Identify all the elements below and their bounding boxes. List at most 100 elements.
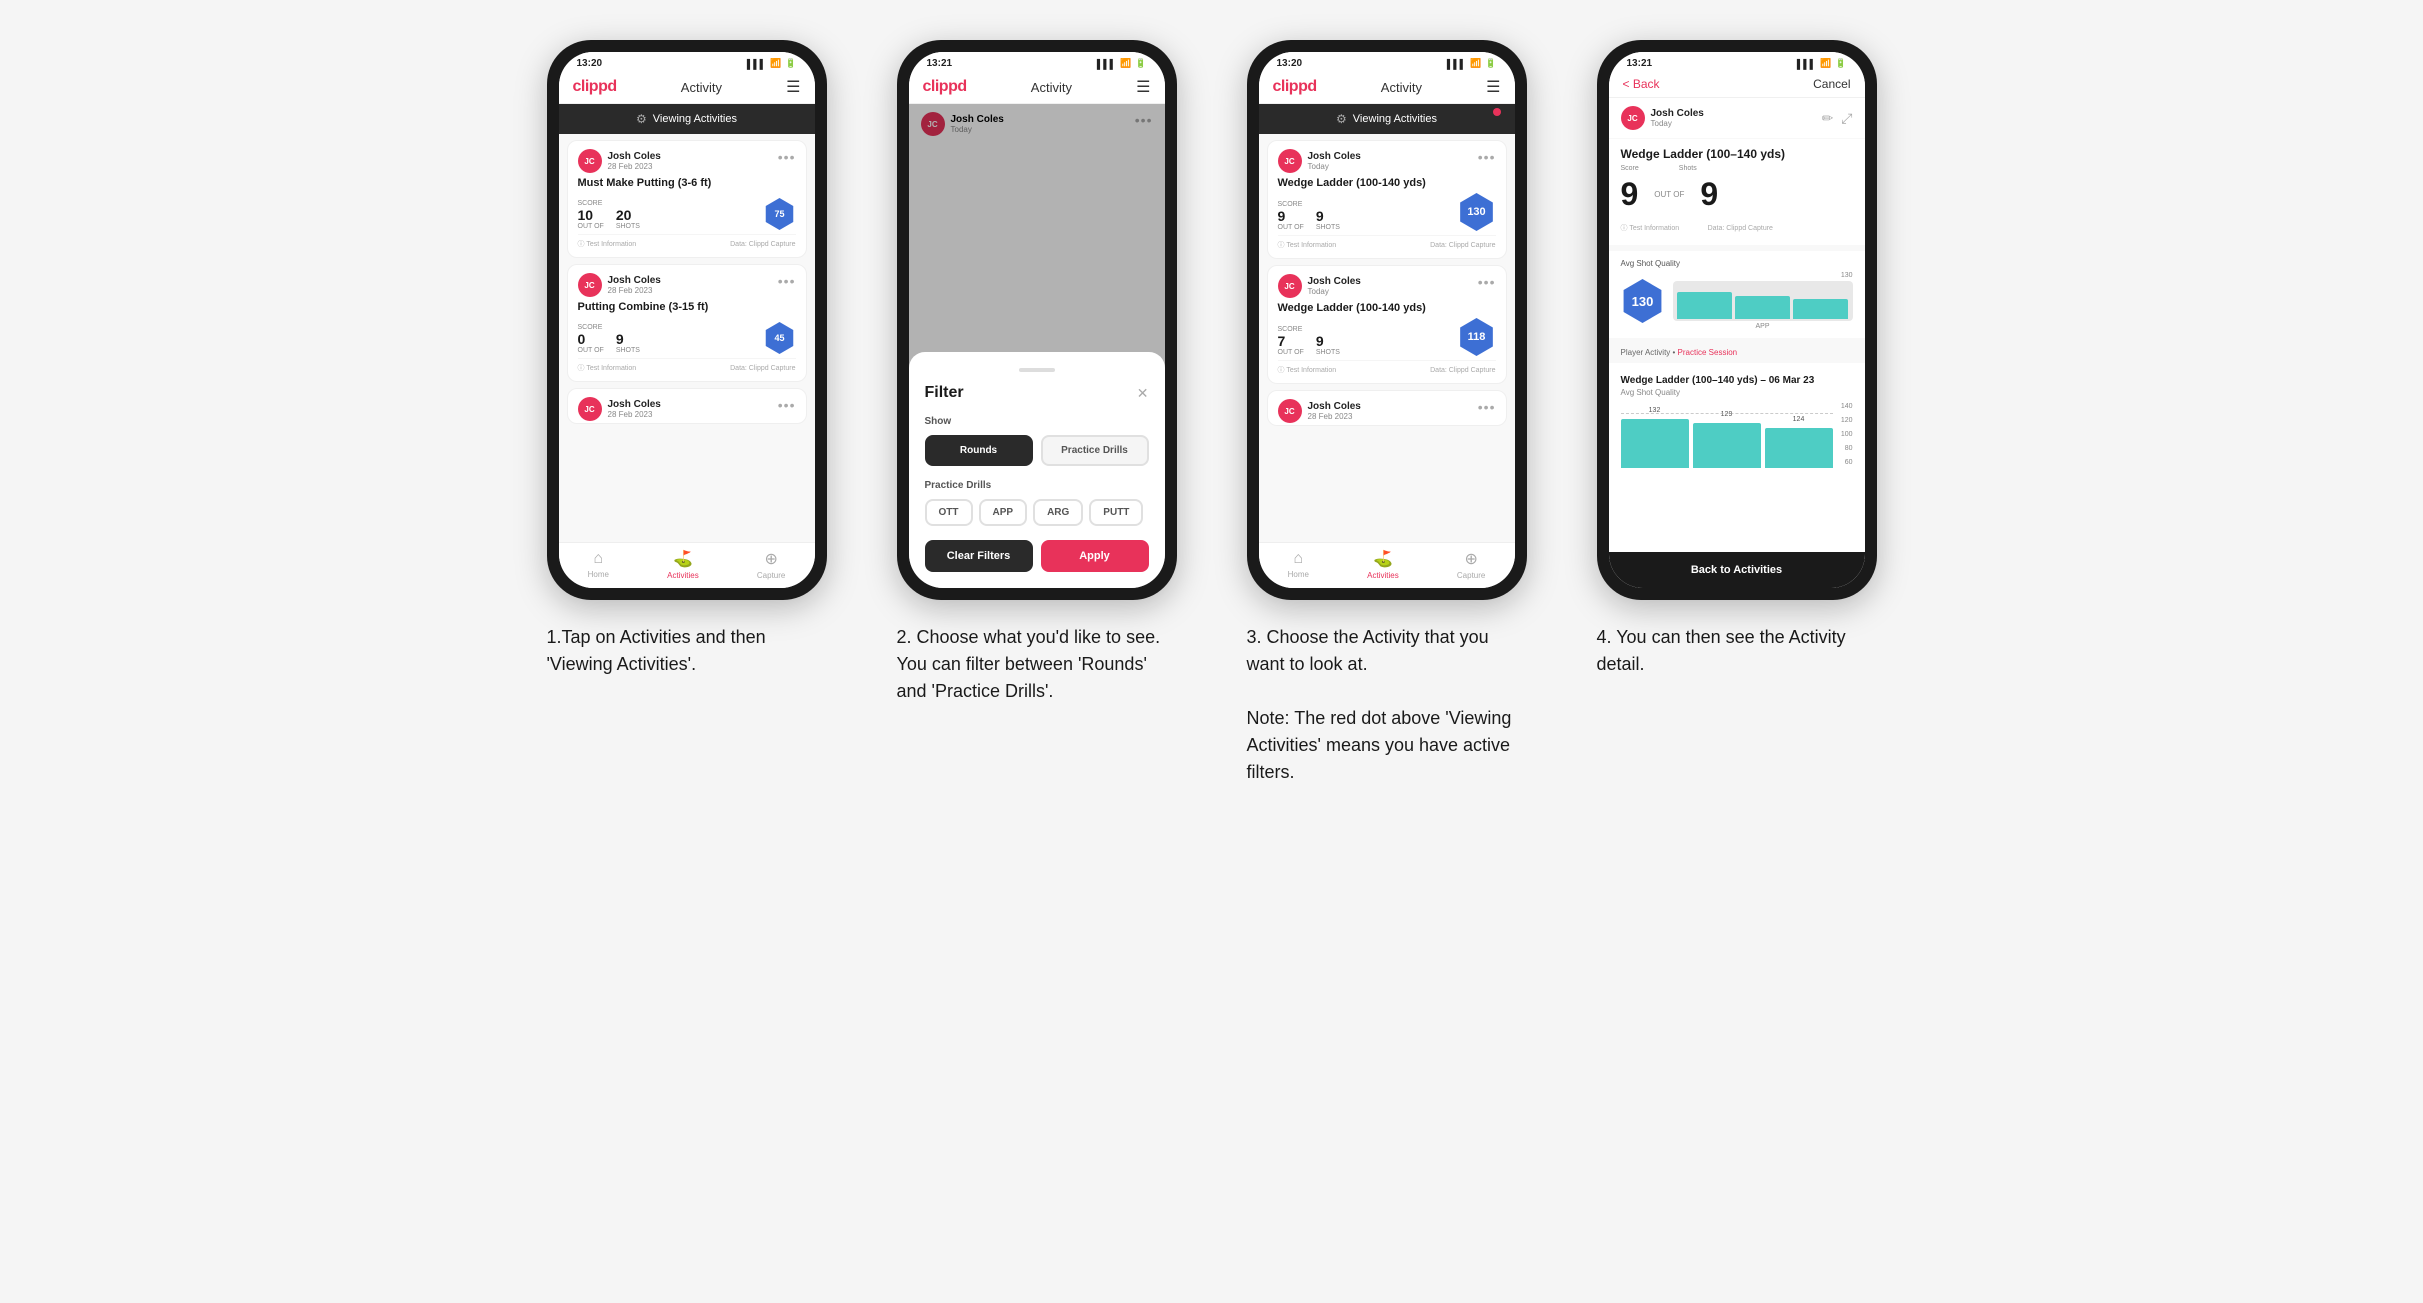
logo-1: clippd bbox=[573, 78, 617, 96]
caption-4: 4. You can then see the Activity detail. bbox=[1597, 624, 1877, 678]
red-dot-3 bbox=[1493, 108, 1501, 116]
shots-header-4: Shots bbox=[1679, 165, 1697, 172]
session-detail-4: Wedge Ladder (100–140 yds) – 06 Mar 23 A… bbox=[1609, 363, 1865, 552]
session-type-4: Player Activity • Practice Session bbox=[1621, 348, 1853, 357]
toggle-rounds-2[interactable]: Rounds bbox=[925, 435, 1033, 466]
drill-arg-2[interactable]: ARG bbox=[1033, 499, 1083, 526]
signal-icon-3: ▌▌▌ bbox=[1447, 59, 1466, 69]
status-bar-4: 13:21 ▌▌▌ 📶 🔋 bbox=[1609, 52, 1865, 71]
avatar-1-2: JC bbox=[578, 273, 602, 297]
avatar-4: JC bbox=[1621, 106, 1645, 130]
nav-activities-1[interactable]: ⛳ Activities bbox=[667, 549, 699, 580]
app-header-2: clippd Activity ☰ bbox=[909, 71, 1165, 104]
wifi-icon-1: 📶 bbox=[770, 58, 781, 69]
nav-capture-label-3: Capture bbox=[1457, 571, 1485, 580]
more-icon-1-2[interactable]: ••• bbox=[778, 273, 796, 289]
header-title-3: Activity bbox=[1381, 80, 1422, 95]
wedge-session-title-4: Wedge Ladder (100–140 yds) – 06 Mar 23 bbox=[1621, 375, 1853, 386]
user-date-4: Today bbox=[1651, 119, 1704, 128]
capture-label-4: Data: Clippd Capture bbox=[1708, 225, 1773, 232]
cancel-btn-4[interactable]: Cancel bbox=[1813, 77, 1850, 91]
nav-home-1[interactable]: ⌂ Home bbox=[588, 550, 609, 579]
user-name-1-2: Josh Coles bbox=[608, 275, 661, 286]
more-icon-3-2[interactable]: ••• bbox=[1478, 274, 1496, 290]
detail-user-row-4: JC Josh Coles Today ✏ ⤢ bbox=[1609, 98, 1865, 138]
user-row-4: JC Josh Coles Today bbox=[1621, 106, 1704, 130]
drill-putt-2[interactable]: PUTT bbox=[1089, 499, 1143, 526]
battery-icon-1: 🔋 bbox=[785, 58, 796, 69]
activity-card-3-2[interactable]: JC Josh Coles Today ••• Wedge Ladder (10… bbox=[1267, 265, 1507, 384]
header-title-1: Activity bbox=[681, 80, 722, 95]
score-value-3-2: 7 bbox=[1278, 333, 1304, 349]
footer-left-1-1: ⓘ Test Information bbox=[578, 239, 637, 249]
activity-banner-3[interactable]: ⚙ Viewing Activities bbox=[1259, 104, 1515, 134]
shots-num-4: 9 bbox=[1700, 176, 1718, 213]
user-row-1-1: JC Josh Coles 28 Feb 2023 bbox=[578, 149, 661, 173]
menu-icon-3[interactable]: ☰ bbox=[1486, 77, 1500, 97]
back-btn-4[interactable]: < Back bbox=[1623, 77, 1660, 91]
score-label-1-1: Score bbox=[578, 200, 604, 207]
activity-card-3-1[interactable]: JC Josh Coles Today ••• Wedge Ladder (10… bbox=[1267, 140, 1507, 259]
header-title-2: Activity bbox=[1031, 80, 1072, 95]
filter-title-2: Filter bbox=[925, 384, 964, 402]
back-to-activities-4[interactable]: Back to Activities bbox=[1609, 552, 1865, 588]
app-header-3: clippd Activity ☰ bbox=[1259, 71, 1515, 104]
wifi-icon-2: 📶 bbox=[1120, 58, 1131, 69]
more-icon-1-1[interactable]: ••• bbox=[778, 149, 796, 165]
detail-score-section-4: Wedge Ladder (100–140 yds) Score Shots 9… bbox=[1609, 139, 1865, 245]
more-icon-3-1[interactable]: ••• bbox=[1478, 149, 1496, 165]
nav-capture-1[interactable]: ⊕ Capture bbox=[757, 549, 785, 580]
more-icon-1-3[interactable]: ••• bbox=[778, 397, 796, 413]
capture-icon-3: ⊕ bbox=[1464, 549, 1477, 569]
filter-sheet-2: Filter ✕ Show Rounds Practice Drills Pra… bbox=[909, 352, 1165, 588]
detail-header-4: < Back Cancel bbox=[1609, 71, 1865, 98]
drill-ott-2[interactable]: OTT bbox=[925, 499, 973, 526]
quality-badge-3-1: 130 bbox=[1458, 193, 1496, 231]
time-4: 13:21 bbox=[1627, 58, 1653, 69]
activity-banner-1[interactable]: ⚙ Viewing Activities bbox=[559, 104, 815, 134]
edit-icon-4[interactable]: ✏ bbox=[1822, 110, 1834, 127]
expand-icon-4[interactable]: ⤢ bbox=[1841, 110, 1852, 127]
status-icons-1: ▌▌▌ 📶 🔋 bbox=[747, 58, 797, 69]
user-name-4: Josh Coles bbox=[1651, 108, 1704, 119]
activity-card-1-2[interactable]: JC Josh Coles 28 Feb 2023 ••• Putting Co… bbox=[567, 264, 807, 382]
avatar-3-3: JC bbox=[1278, 399, 1302, 423]
clear-filters-btn-2[interactable]: Clear Filters bbox=[925, 540, 1033, 572]
activity-card-1-3[interactable]: JC Josh Coles 28 Feb 2023 ••• bbox=[567, 388, 807, 424]
nav-activities-label-3: Activities bbox=[1367, 571, 1399, 580]
banner-text-1: Viewing Activities bbox=[653, 113, 737, 125]
user-row-3-1: JC Josh Coles Today bbox=[1278, 149, 1361, 173]
battery-icon-4: 🔋 bbox=[1835, 58, 1846, 69]
more-icon-3-3[interactable]: ••• bbox=[1478, 399, 1496, 415]
out-of-4: OUT OF bbox=[1654, 190, 1684, 199]
nav-capture-3[interactable]: ⊕ Capture bbox=[1457, 549, 1485, 580]
activity-card-1-1[interactable]: JC Josh Coles 28 Feb 2023 ••• Must Make … bbox=[567, 140, 807, 258]
home-icon-3: ⌂ bbox=[1293, 550, 1303, 568]
battery-icon-2: 🔋 bbox=[1135, 58, 1146, 69]
drill-app-2[interactable]: APP bbox=[979, 499, 1028, 526]
menu-icon-2[interactable]: ☰ bbox=[1136, 77, 1150, 97]
nav-home-3[interactable]: ⌂ Home bbox=[1288, 550, 1309, 579]
activity-card-3-3[interactable]: JC Josh Coles 28 Feb 2023 ••• bbox=[1267, 390, 1507, 426]
status-bar-1: 13:20 ▌▌▌ 📶 🔋 bbox=[559, 52, 815, 71]
menu-icon-1[interactable]: ☰ bbox=[786, 77, 800, 97]
close-btn-2[interactable]: ✕ bbox=[1137, 385, 1149, 402]
signal-icon-2: ▌▌▌ bbox=[1097, 59, 1116, 69]
step-3-col: 13:20 ▌▌▌ 📶 🔋 clippd Activity ☰ ⚙ Viewin… bbox=[1232, 40, 1542, 786]
card-footer-1-1: ⓘ Test Information Data: Clippd Capture bbox=[578, 234, 796, 249]
nav-activities-3[interactable]: ⛳ Activities bbox=[1367, 549, 1399, 580]
user-row-1-3: JC Josh Coles 28 Feb 2023 bbox=[578, 397, 661, 421]
status-icons-2: ▌▌▌ 📶 🔋 bbox=[1097, 58, 1147, 69]
avatar-3-2: JC bbox=[1278, 274, 1302, 298]
apply-btn-2[interactable]: Apply bbox=[1041, 540, 1149, 572]
nav-home-label-1: Home bbox=[588, 570, 609, 579]
user-row-1-2: JC Josh Coles 28 Feb 2023 bbox=[578, 273, 661, 297]
caption-3: 3. Choose the Activity that you want to … bbox=[1247, 624, 1527, 786]
signal-icon-4: ▌▌▌ bbox=[1797, 59, 1816, 69]
toggle-row-2: Rounds Practice Drills bbox=[925, 435, 1149, 466]
toggle-drills-2[interactable]: Practice Drills bbox=[1041, 435, 1149, 466]
nav-activities-label-1: Activities bbox=[667, 571, 699, 580]
user-row-3-3: JC Josh Coles 28 Feb 2023 bbox=[1278, 399, 1361, 423]
battery-icon-3: 🔋 bbox=[1485, 58, 1496, 69]
avg-shot-section-4: Avg Shot Quality 130 130 APP bbox=[1609, 251, 1865, 338]
